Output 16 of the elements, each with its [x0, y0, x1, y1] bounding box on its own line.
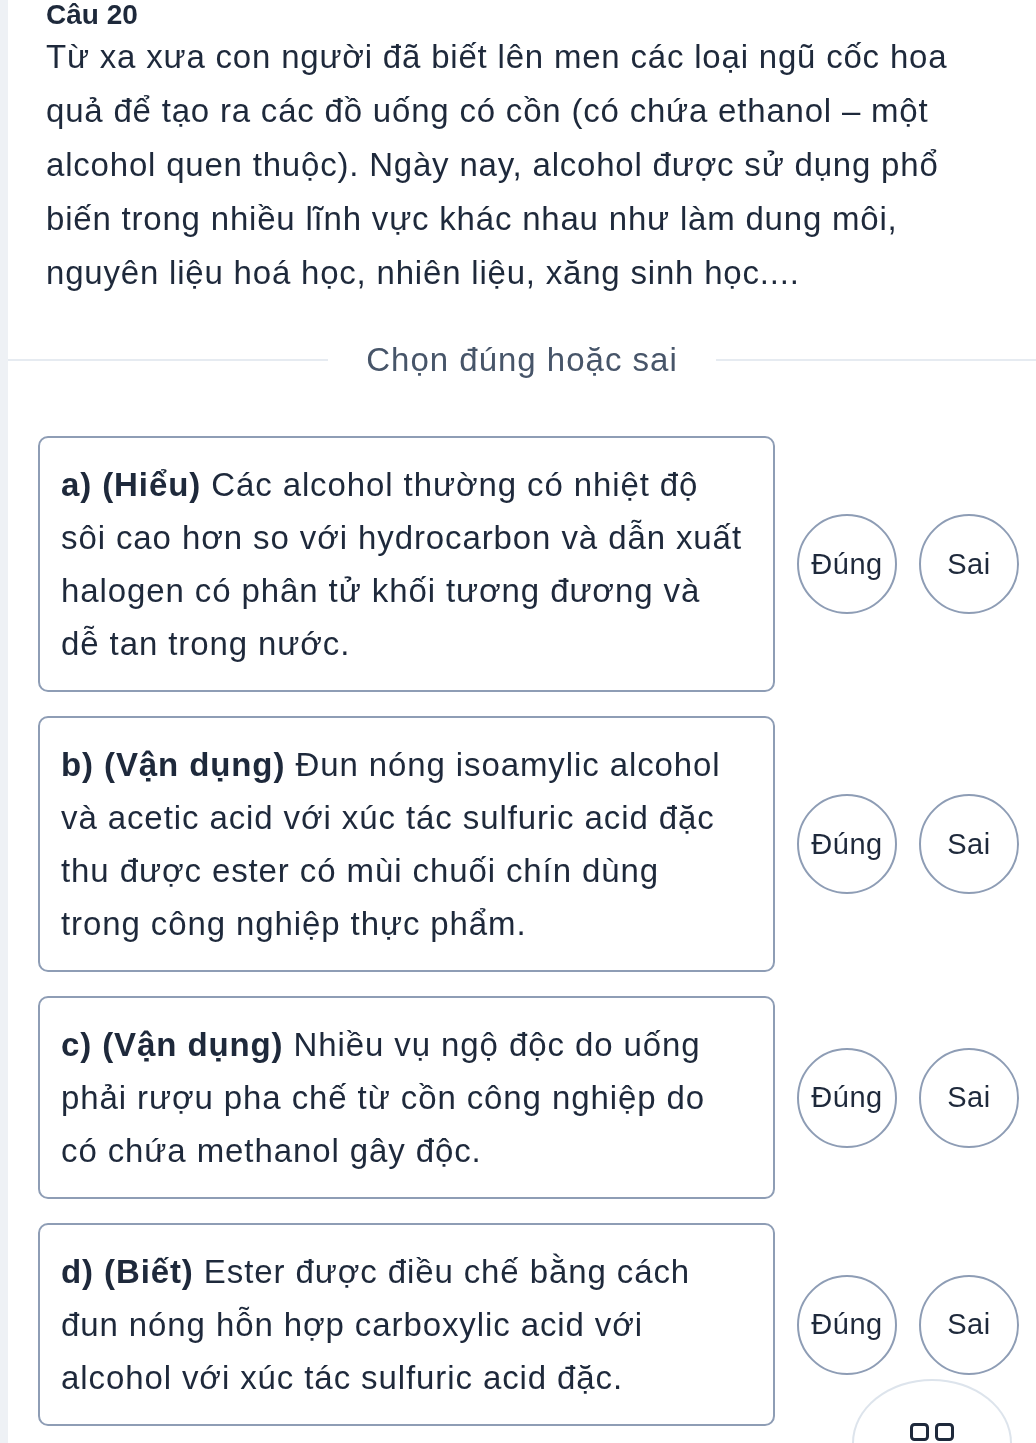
answer-option-button[interactable]: Sai [919, 1274, 1019, 1375]
intro-paragraph: Từ xa xưa con người đã biết lên men các loại ngũ cốc hoa quả để tạo ra các đồ uống có cồn (có chứa ethanol – một alcohol quen thuộc). Ngày nay, alcohol được sử dụng phổ biến trong nhiều lĩnh vực khác nhau như làm dung môi, nguyên liệu hoá học, nhiên liệu, xăng sinh học.... [46, 37, 949, 293]
statement-card: a) (Hiểu) Các alcohol thường có nhiệt độ sôi cao hơn so với hydrocarbon và dẫn xuất halogen có phân tử khối tương đương và dễ tan trong nước. [38, 436, 775, 692]
statement-card: c) (Vận dụng) Nhiều vụ ngộ độc do uống phải rượu pha chế từ cồn công nghiệp do có chứa methanol gây độc. [38, 996, 775, 1199]
question-number: Câu 20 [46, 0, 138, 30]
squares-icon [910, 1423, 954, 1441]
answer-option-button[interactable]: Đúng [797, 1047, 897, 1148]
section-title: Chọn đúng hoặc sai [366, 340, 678, 380]
answer-option-button[interactable]: Đúng [797, 794, 897, 894]
answer-option-button[interactable]: Đúng [797, 1274, 897, 1375]
answer-option-button[interactable]: Sai [919, 794, 1019, 894]
statement-card: d) (Biết) Ester được điều chế bằng cách đun nóng hỗn hợp carboxylic acid với alcohol với xúc tác sulfuric acid đặc. [38, 1223, 775, 1426]
answer-option-button[interactable]: Sai [919, 1047, 1019, 1148]
answer-option-button[interactable]: Sai [919, 514, 1019, 614]
statement-card: b) (Vận dụng) Đun nóng isoamylic alcohol và acetic acid với xúc tác sulfuric acid đặc thu được ester có mùi chuối chín dùng trong công nghiệp thực phẩm. [38, 716, 775, 972]
answer-option-button[interactable]: Đúng [797, 514, 897, 614]
